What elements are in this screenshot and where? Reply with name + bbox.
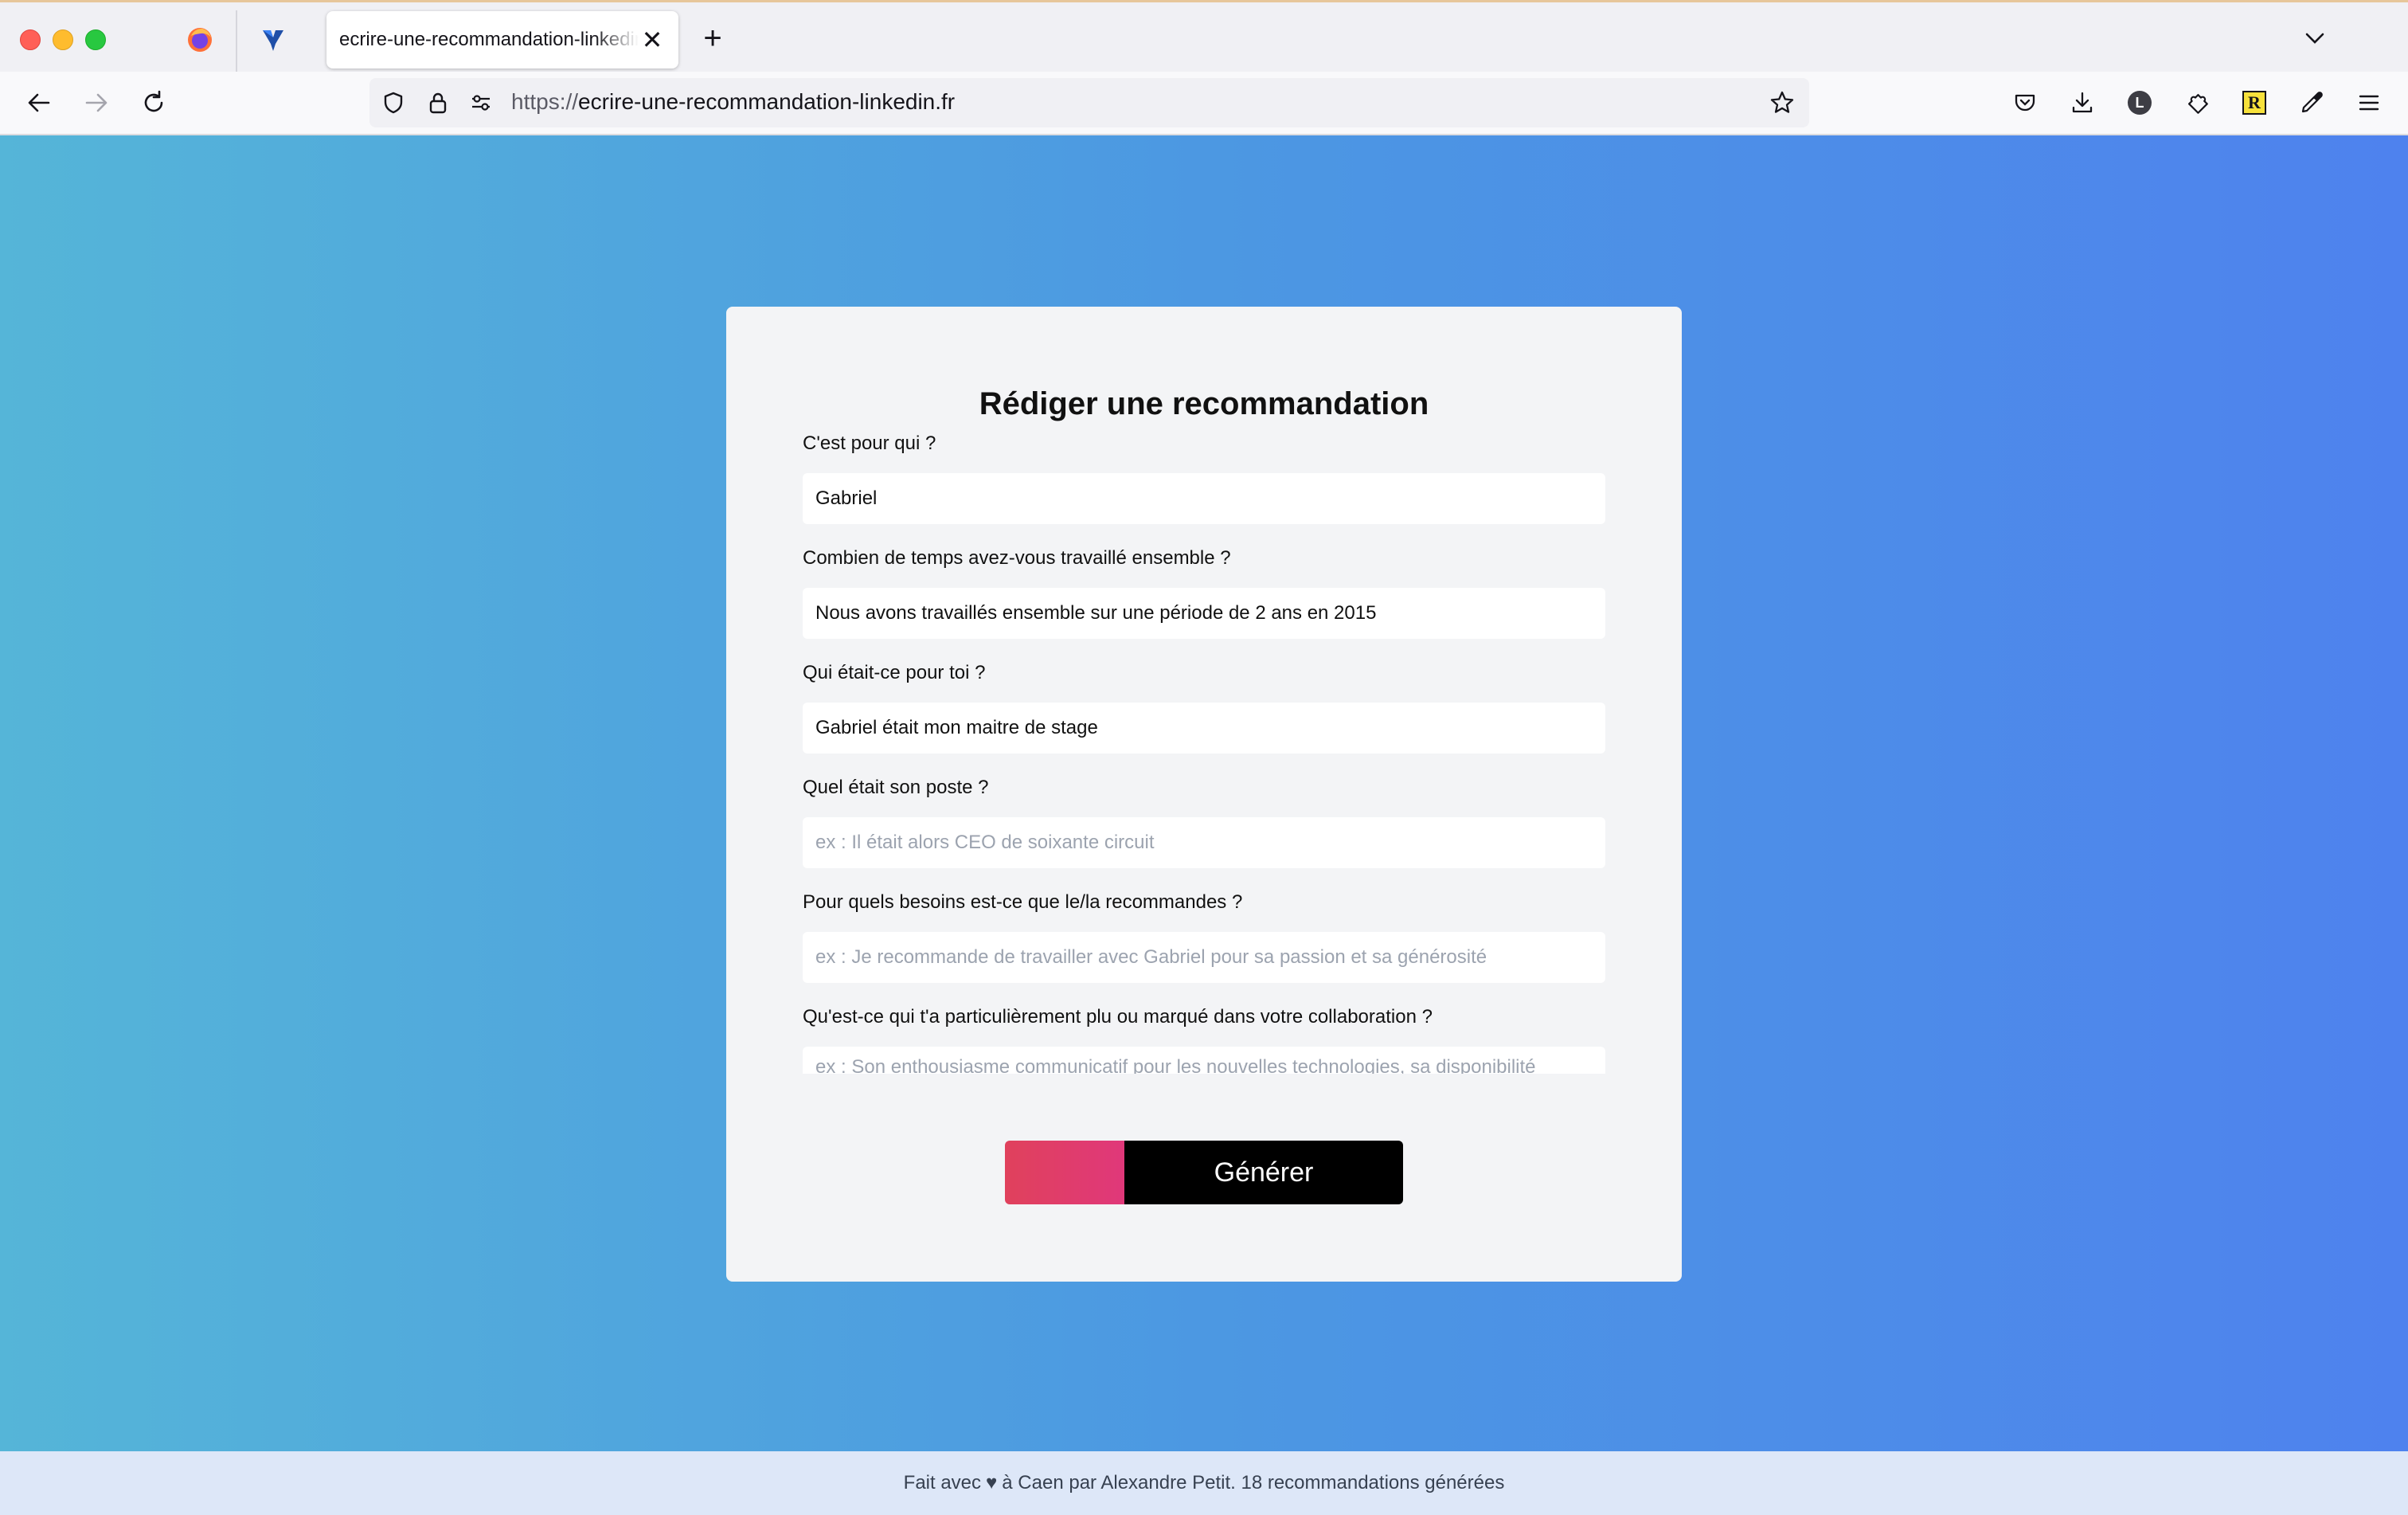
reload-button[interactable]: [134, 83, 174, 123]
address-bar[interactable]: https://ecrire-une-recommandation-linked…: [369, 78, 1809, 127]
downloads-button[interactable]: [2062, 83, 2102, 123]
url-host: ecrire-une-recommandation-linkedin.fr: [578, 89, 956, 114]
url-text[interactable]: https://ecrire-une-recommandation-linked…: [511, 89, 955, 115]
reload-icon: [144, 90, 163, 112]
extension-r-button[interactable]: R: [2234, 83, 2274, 123]
field-needs: Pour quels besoins est-ce que le/la reco…: [803, 889, 1605, 983]
navigation-toolbar: https://ecrire-une-recommandation-linked…: [0, 72, 2408, 135]
puzzle-icon: [2188, 94, 2208, 114]
firefox-icon: [188, 28, 212, 52]
field-for-who: C'est pour qui ?: [803, 430, 1605, 524]
extensions-button[interactable]: [2177, 83, 2217, 123]
field-relationship: Qui était-ce pour toi ?: [803, 660, 1605, 754]
highlight-placeholder: ex : Son enthousiasme communicatif pour …: [815, 1056, 1536, 1074]
list-all-tabs-button[interactable]: [2295, 18, 2335, 58]
star-icon: [1770, 91, 1794, 113]
footer-suffix: à Caen par Alexandre Petit. 18 recommand…: [1002, 1472, 1505, 1493]
field-label: Combien de temps avez-vous travaillé ens…: [803, 547, 1231, 569]
field-label: Qu'est-ce qui t'a particulièrement plu o…: [803, 1006, 1433, 1028]
tab-bar: ecrire-une-recommandation-linkedin.fr ✕ …: [0, 0, 2408, 72]
field-highlight: Qu'est-ce qui t'a particulièrement plu o…: [803, 1004, 1605, 1074]
page-background: Rédiger une recommandation C'est pour qu…: [0, 135, 2408, 1451]
tab-title: ecrire-une-recommandation-linkedin.fr: [339, 29, 639, 50]
site-security-icon[interactable]: [420, 85, 455, 120]
extension-r-label: R: [2248, 92, 2261, 112]
new-tab-button[interactable]: +: [694, 20, 731, 57]
active-tab[interactable]: ecrire-une-recommandation-linkedin.fr ✕: [326, 11, 678, 69]
eyedropper-button[interactable]: [2292, 83, 2332, 123]
app-menu-button[interactable]: [2349, 83, 2389, 123]
page-footer: Fait avec ♥ à Caen par Alexandre Petit. …: [0, 1451, 2408, 1515]
eyedropper-icon: [2301, 92, 2323, 113]
zoom-window-button[interactable]: [85, 29, 106, 50]
duration-input[interactable]: [803, 588, 1605, 639]
url-scheme: https://: [511, 89, 579, 114]
tab-close-icon[interactable]: ✕: [639, 25, 666, 54]
generate-button-label: Générer: [1124, 1141, 1403, 1204]
pocket-icon: [2015, 94, 2035, 112]
pinned-tab-app[interactable]: [245, 17, 301, 63]
back-button[interactable]: [19, 83, 59, 123]
bookmark-star-button[interactable]: [1765, 85, 1800, 120]
minimize-window-button[interactable]: [53, 29, 73, 50]
lock-icon: [429, 92, 447, 114]
permissions-icon[interactable]: [463, 85, 498, 120]
form-title: Rédiger une recommandation: [979, 386, 1429, 421]
pocket-button[interactable]: [2005, 83, 2045, 123]
heart-icon: ♥: [986, 1472, 998, 1493]
extension-l-label: L: [2135, 94, 2144, 111]
needs-input[interactable]: [803, 932, 1605, 983]
shield-icon: [384, 92, 403, 114]
hamburger-menu-icon: [2359, 95, 2379, 111]
forward-button[interactable]: [76, 83, 116, 123]
arrow-left-icon: [28, 93, 50, 112]
position-input[interactable]: [803, 817, 1605, 868]
pinned-tab-firefox[interactable]: [172, 17, 228, 63]
extension-l-button[interactable]: L: [2120, 83, 2160, 123]
chevron-down-icon: [2305, 33, 2324, 44]
tab-divider: [236, 10, 237, 72]
sliders-icon: [472, 95, 490, 111]
download-icon: [2072, 92, 2093, 113]
field-label: C'est pour qui ?: [803, 433, 936, 454]
close-window-button[interactable]: [20, 29, 41, 50]
tracking-protection-icon[interactable]: [376, 85, 411, 120]
recommendation-form-card: Rédiger une recommandation C'est pour qu…: [726, 307, 1682, 1282]
y-logo-icon: [263, 30, 283, 51]
footer-prefix: Fait avec: [903, 1472, 982, 1493]
field-duration: Combien de temps avez-vous travaillé ens…: [803, 545, 1605, 639]
field-label: Pour quels besoins est-ce que le/la reco…: [803, 891, 1243, 913]
generate-button-accent: [1005, 1141, 1124, 1204]
highlight-textarea[interactable]: ex : Son enthousiasme communicatif pour …: [803, 1047, 1605, 1074]
field-position: Quel était son poste ?: [803, 774, 1605, 868]
for-who-input[interactable]: [803, 473, 1605, 524]
relationship-input[interactable]: [803, 703, 1605, 754]
r-badge-icon: R: [2242, 91, 2266, 115]
arrow-right-icon: [85, 93, 108, 112]
field-label: Qui était-ce pour toi ?: [803, 662, 986, 683]
field-label: Quel était son poste ?: [803, 777, 989, 798]
generate-button[interactable]: Générer: [1005, 1141, 1403, 1204]
